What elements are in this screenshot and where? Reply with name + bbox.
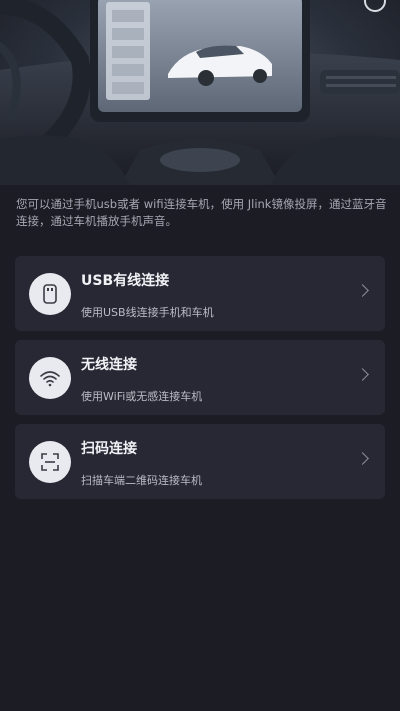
usb-option-subtitle: 使用USB线连接手机和车机: [81, 306, 214, 319]
wifi-connect-option[interactable]: 无线连接 使用WiFi或无感连接车机: [15, 340, 385, 415]
wifi-option-subtitle: 使用WiFi或无感连接车机: [81, 390, 203, 403]
intro-text: 您可以通过手机usb或者 wifi连接车机，使用 Jlink镜像投屏，通过蓝牙音…: [16, 197, 387, 228]
scan-icon: [29, 441, 71, 483]
scan-option-subtitle: 扫描车端二维码连接车机: [81, 474, 202, 487]
wifi-icon: [29, 357, 71, 399]
chevron-right-icon: [356, 284, 369, 297]
usb-option-title: USB有线连接: [81, 273, 170, 289]
scan-option-title: 扫码连接: [81, 441, 137, 457]
chevron-right-icon: [356, 452, 369, 465]
scan-connect-option[interactable]: 扫码连接 扫描车端二维码连接车机: [15, 424, 385, 499]
usb-icon: [29, 273, 71, 315]
usb-connect-option[interactable]: USB有线连接 使用USB线连接手机和车机: [15, 256, 385, 331]
wifi-option-title: 无线连接: [81, 357, 137, 373]
chevron-right-icon: [356, 368, 369, 381]
hero-car-dashboard-image: [0, 0, 400, 185]
